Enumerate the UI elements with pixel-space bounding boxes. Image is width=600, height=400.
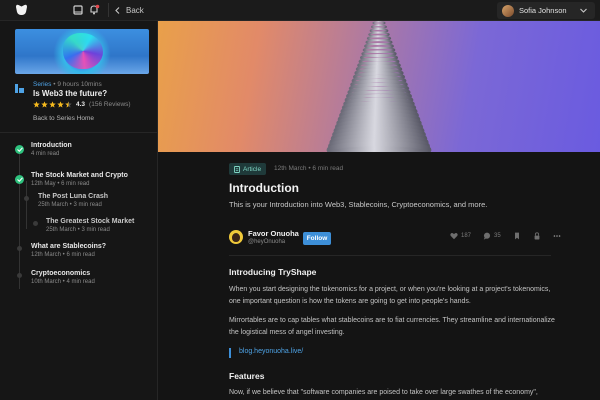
series-duration: • 9 hours 10mins [53,81,102,88]
page-title: Introduction [229,181,299,195]
comment-icon [483,232,491,240]
toc-item-introduction[interactable]: Introduction 4 min read [31,142,72,157]
article-subtitle: This is your Introduction into Web3, Sta… [229,200,488,209]
toc-item-stablecoins[interactable]: What are Stablecoins? 12th March • 6 min… [31,243,106,258]
series-label: Series [33,81,52,88]
series-rating: 4.3 (156 Reviews) [33,101,131,108]
toc-item-title: Cryptoeconomics [31,270,91,277]
series-title: Is Web3 the future? [33,89,108,98]
toc-item-title: Introduction [31,142,72,149]
app-logo-icon[interactable] [15,4,28,16]
more-horizontal-icon [553,235,561,237]
paragraph-3: Now, if we believe that "software compan… [229,389,538,396]
star-icon [41,101,48,108]
article-cover-image [158,21,600,152]
comment-button[interactable]: 35 [483,232,501,240]
chevron-down-icon [580,8,587,13]
star-icon [57,101,64,108]
like-button[interactable]: 187 [450,232,471,240]
abstract-shape-graphic [63,33,103,69]
toc-bullet [33,221,38,226]
star-half-icon [65,101,72,108]
like-count: 187 [461,233,472,239]
toc-item-stock-market-crypto[interactable]: The Stock Market and Crypto 12th May • 6… [31,172,128,187]
toc-progress-line [19,151,20,289]
author-row: Favor Onuoha @heyOnuoha Follow 187 35 [229,229,561,247]
toc-bullet [17,246,22,251]
heart-icon [450,233,458,240]
top-bar: Back Sofia Johnson [0,0,600,21]
article-meta: 12th March • 6 min read [274,165,344,172]
sidebar-divider [0,132,157,133]
avatar [502,4,514,17]
comment-count: 35 [494,233,501,239]
article-actions: 187 35 [450,232,561,240]
article-type-badge: Article [229,163,267,175]
toc-item-title: The Stock Market and Crypto [31,172,128,179]
content-divider [229,255,551,256]
author-handle: @heyOnuoha [248,239,286,245]
star-icon [33,101,40,108]
toc-item-meta: 12th March • 6 min read [31,252,95,258]
blog-link[interactable]: blog.heyonuoha.live/ [229,348,303,358]
article-content: Article 12th March • 6 min read Introduc… [158,152,600,400]
notification-bell-icon[interactable] [88,4,100,16]
notes-icon[interactable] [72,4,84,16]
toc-item-meta: 25th March • 3 min read [46,227,110,233]
badge-label: Article [243,165,262,173]
toc-item-meta: 12th May • 6 min read [31,181,90,187]
lock-icon [534,232,540,240]
section-heading-features: Features [229,371,265,381]
toc-bullet [17,273,22,278]
toc-item-title: The Greatest Stock Market [46,218,135,225]
toc-item-cryptoeconomics[interactable]: Cryptoeconomics 10th March • 4 min read [31,270,95,285]
paragraph-1: When you start designing the tokenomics … [229,286,551,305]
author-name[interactable]: Favor Onuoha [248,229,299,238]
completed-check-icon [15,175,24,184]
user-name: Sofia Johnson [519,6,567,15]
chevron-left-icon [115,6,120,14]
toc-item-title: What are Stablecoins? [31,243,107,250]
back-button[interactable]: Back [115,3,144,17]
bookmark-button[interactable] [513,232,521,240]
review-count: (156 Reviews) [89,101,131,108]
user-menu[interactable]: Sofia Johnson [497,2,595,19]
series-icon [15,84,24,93]
toc-item-post-luna-crash[interactable]: The Post Luna Crash 25th March • 3 min r… [38,193,108,208]
follow-button[interactable]: Follow [303,232,331,245]
toc-bullet [24,196,29,201]
back-label: Back [126,5,144,15]
toc-item-meta: 4 min read [31,151,60,157]
sidebar: Series • 9 hours 10mins Is Web3 the futu… [0,21,158,400]
spiral-tower-graphic [326,21,432,152]
star-icon [49,101,56,108]
toc-item-greatest-stock-market[interactable]: The Greatest Stock Market 25th March • 3… [46,218,134,233]
more-options-button[interactable] [553,232,561,240]
lock-button[interactable] [533,232,541,240]
toc-subsection-line [26,181,27,229]
toc-item-title: The Post Luna Crash [38,193,109,200]
section-heading-introducing: Introducing TryShape [229,267,317,277]
toc-item-meta: 10th March • 4 min read [31,279,95,285]
rating-value: 4.3 [76,101,86,108]
completed-check-icon [15,145,24,154]
author-avatar[interactable] [229,230,243,244]
document-icon [234,165,240,173]
back-to-series-link[interactable]: Back to Series Home [33,115,94,122]
paragraph-2: Mirrortables are to cap tables what stab… [229,317,555,336]
series-cover-image [15,29,149,74]
bookmark-icon [514,232,519,240]
toc-item-meta: 25th March • 3 min read [38,202,102,208]
series-meta: Series • 9 hours 10mins [33,81,102,88]
topbar-divider [108,3,109,17]
